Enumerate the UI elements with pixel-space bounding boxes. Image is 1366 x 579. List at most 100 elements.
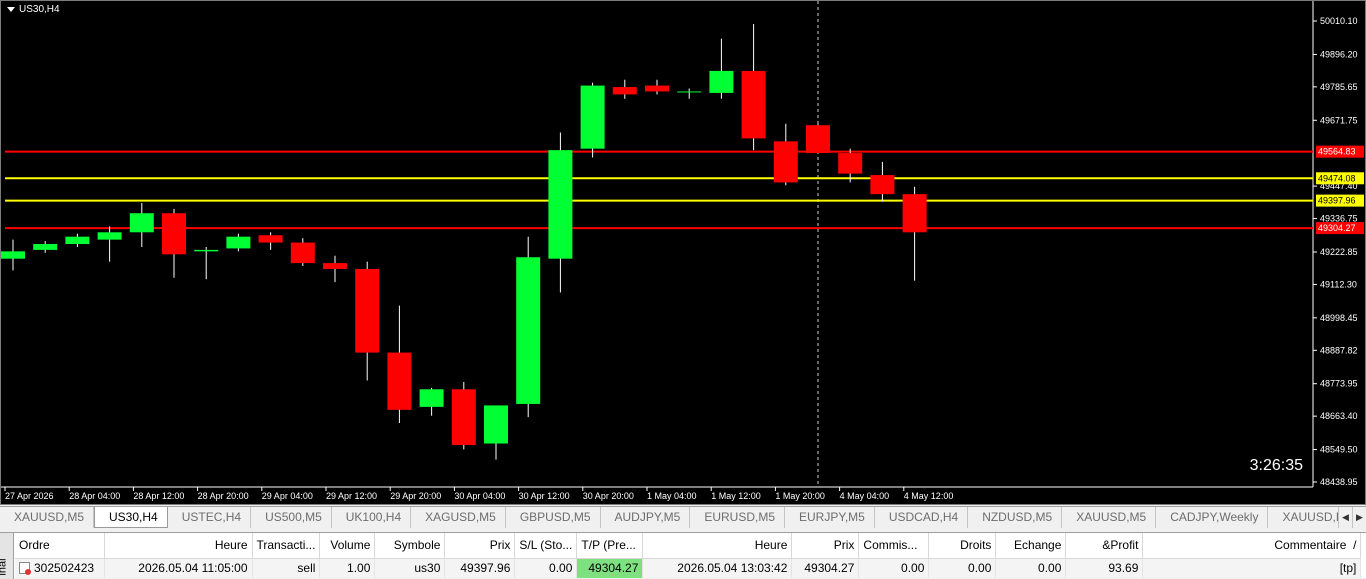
bull-candle	[65, 236, 90, 245]
chart-tab[interactable]: UK100,H4	[332, 507, 412, 528]
bear-candle	[387, 352, 412, 410]
bear-candle	[162, 213, 186, 255]
chart-tab[interactable]: XAUUSD,M5	[0, 507, 95, 528]
bear-candle	[773, 141, 798, 183]
col-order[interactable]: Ordre	[15, 533, 105, 559]
time-tick-label: 29 Apr 20:00	[390, 491, 441, 501]
sort-indicator: /	[1353, 538, 1357, 553]
col-comment[interactable]: Commentaire /	[1142, 533, 1362, 559]
tab-scroll-right-icon[interactable]: ▶	[1352, 507, 1366, 528]
col-close-price[interactable]: Prix	[791, 533, 860, 559]
price-level-label: 49397.96	[1318, 196, 1356, 206]
bull-candle	[677, 91, 702, 93]
bull-candle	[97, 232, 122, 240]
bear-candle	[870, 175, 895, 195]
chart-tab[interactable]: USTEC,H4	[168, 507, 252, 528]
col-swap[interactable]: Echange	[995, 533, 1067, 559]
bear-candle	[612, 87, 637, 95]
bull-candle	[1, 251, 25, 259]
price-tick-label: 48773.95	[1320, 379, 1358, 389]
chart-tab[interactable]: USDCAD,H4	[875, 507, 969, 528]
time-tick-label: 1 May 04:00	[647, 491, 697, 501]
time-tick-label: 28 Apr 04:00	[69, 491, 120, 501]
time-tick-label: 4 May 12:00	[904, 491, 954, 501]
bear-candle	[290, 242, 315, 264]
cell-type: sell	[252, 558, 321, 578]
col-type[interactable]: Transacti...	[252, 533, 321, 559]
cell-profit: 93.69	[1065, 558, 1144, 578]
terminal-side-handle[interactable]: inal	[0, 533, 14, 579]
cell-close-price: 49304.27	[791, 558, 860, 578]
candle-timer: 3:26:35	[1249, 457, 1303, 474]
bear-candle	[806, 125, 830, 154]
price-level-label: 49564.83	[1318, 147, 1356, 157]
time-tick-label: 30 Apr 12:00	[519, 491, 570, 501]
chart-tab[interactable]: XAUUSD,M5	[1062, 507, 1157, 528]
chart-tab[interactable]: NZDUSD,M5	[968, 507, 1063, 528]
chart-tab[interactable]: AUDJPY,M5	[601, 507, 691, 528]
chart-tab[interactable]: EURJPY,M5	[785, 507, 875, 528]
tab-scroll-left-icon[interactable]: ◀	[1338, 507, 1352, 528]
bear-candle	[645, 85, 669, 92]
bull-candle	[548, 150, 573, 259]
bull-candle	[580, 85, 605, 149]
bull-candle	[484, 405, 508, 444]
chart-tab[interactable]: EURUSD,M5	[690, 507, 786, 528]
chart-tab[interactable]: XAGUSD,M5	[411, 507, 506, 528]
cell-open-price: 49397.96	[444, 558, 516, 578]
time-tick-label: 27 Apr 2026	[5, 491, 54, 501]
cell-open-time: 2026.05.04 11:05:00	[104, 558, 253, 578]
price-tick-label: 49336.75	[1320, 214, 1358, 224]
bull-candle	[33, 244, 58, 250]
cell-tp: 49304.27	[576, 558, 644, 578]
time-tick-label: 29 Apr 04:00	[262, 491, 313, 501]
chart-tab[interactable]: US30,H4	[94, 507, 168, 528]
candlestick-chart[interactable]: 50010.1049896.2049785.6549671.7549447.40…	[1, 1, 1366, 506]
price-tick-label: 50010.10	[1320, 16, 1358, 26]
col-commission[interactable]: Commis...	[858, 533, 930, 559]
time-tick-label: 28 Apr 20:00	[198, 491, 249, 501]
col-profit[interactable]: &Profit	[1065, 533, 1144, 559]
col-open-time[interactable]: Heure	[104, 533, 253, 559]
col-sl[interactable]: S/L (Sto...	[514, 533, 578, 559]
price-tick-label: 48438.95	[1320, 477, 1358, 487]
cell-swap: 0.00	[995, 558, 1067, 578]
bear-candle	[355, 268, 380, 353]
price-tick-label: 48663.40	[1320, 411, 1358, 421]
terminal-side-label: inal	[0, 558, 9, 576]
cell-taxes: 0.00	[928, 558, 997, 578]
cell-symbol: us30	[374, 558, 446, 578]
time-tick-label: 28 Apr 12:00	[133, 491, 184, 501]
price-tick-label: 49896.20	[1320, 49, 1358, 59]
bull-candle	[194, 249, 219, 252]
price-tick-label: 48887.82	[1320, 345, 1358, 355]
table-row[interactable]: 302502423 2026.05.04 11:05:00 sell 1.00 …	[15, 558, 1362, 578]
col-symbol[interactable]: Symbole	[374, 533, 446, 559]
col-comment-label: Commentaire	[1274, 538, 1347, 553]
col-open-price[interactable]: Prix	[444, 533, 516, 559]
cell-commission: 0.00	[858, 558, 930, 578]
bear-candle	[741, 70, 766, 139]
price-tick-label: 48998.45	[1320, 313, 1358, 323]
col-close-time[interactable]: Heure	[642, 533, 793, 559]
price-tick-label: 49222.85	[1320, 247, 1358, 257]
chart-window[interactable]: 50010.10 49896.20 49785.65 49671.75 49447.40…	[0, 0, 1366, 505]
trade-history-table: Ordre Heure Transacti... Volume Symbole …	[15, 533, 1362, 578]
closed-order-icon	[19, 562, 31, 576]
chart-tabs-bar: XAUUSD,M5 US30,H4 USTEC,H4 US500,M5 UK100,H4…	[0, 506, 1366, 528]
price-tick-label: 49671.75	[1320, 115, 1358, 125]
chart-menu-triangle-icon[interactable]	[7, 7, 15, 12]
bull-candle	[516, 257, 541, 404]
col-volume[interactable]: Volume	[319, 533, 376, 559]
bull-candle	[226, 236, 251, 249]
price-tick-label: 49785.65	[1320, 82, 1358, 92]
col-taxes[interactable]: Droits	[928, 533, 997, 559]
chart-tab[interactable]: US500,M5	[251, 507, 332, 528]
bull-candle	[419, 389, 444, 407]
bull-candle	[129, 213, 154, 233]
chart-tab[interactable]: CADJPY,Weekly	[1156, 507, 1269, 528]
col-tp[interactable]: T/P (Pre...	[576, 533, 644, 559]
chart-tab[interactable]: GBPUSD,M5	[506, 507, 601, 528]
price-tick-label: 48549.50	[1320, 445, 1358, 455]
price-tick-label: 49112.30	[1320, 279, 1357, 289]
